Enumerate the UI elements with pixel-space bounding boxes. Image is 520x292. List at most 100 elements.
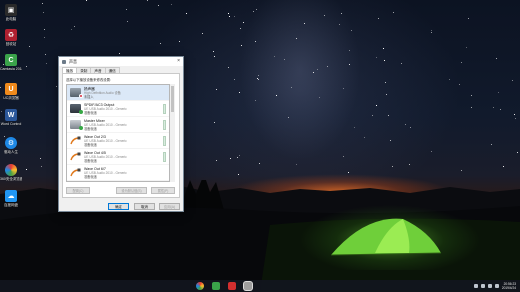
close-button[interactable]: × — [177, 58, 180, 64]
camtasia-icon: C — [5, 54, 17, 66]
device-list[interactable]: 扬声器 High Definition Audio 设备 未插入 SPDIF/A… — [66, 84, 170, 182]
star — [74, 26, 75, 27]
device-item-spdif[interactable]: SPDIF/AC3 Output UE USB Audio 2010 - Gen… — [67, 101, 169, 117]
star — [461, 170, 462, 171]
computer-icon: ▣ — [5, 4, 17, 16]
device-list-scrollbar[interactable] — [170, 84, 175, 182]
scrollbar-thumb[interactable] — [171, 86, 174, 112]
star — [234, 79, 235, 80]
star — [44, 37, 45, 38]
device-item-wave-out-23[interactable]: Wave Out 2/3 UE USB Audio 2010 - Generic… — [67, 133, 169, 149]
star — [339, 24, 340, 25]
properties-button[interactable]: 属性(P) — [151, 187, 175, 194]
star — [405, 124, 406, 125]
desktop-icon-label: UC浏览器 — [3, 96, 19, 100]
star — [230, 158, 231, 159]
star — [468, 18, 469, 19]
star — [388, 115, 389, 116]
star — [383, 48, 384, 49]
star — [228, 67, 229, 68]
chevron-up-icon[interactable] — [473, 284, 478, 288]
chrome-icon[interactable] — [196, 282, 204, 290]
star — [351, 30, 352, 31]
desktop-icon-label: 百度网盘 — [4, 203, 18, 207]
cancel-button[interactable]: 取消 — [134, 203, 155, 210]
star — [259, 163, 260, 164]
star — [228, 13, 229, 14]
star — [214, 56, 215, 57]
network-icon[interactable] — [480, 284, 485, 288]
star — [431, 30, 432, 31]
star — [493, 107, 494, 108]
desktop-icon-label: 360安全浏览器 — [0, 177, 22, 181]
input-method-icon[interactable] — [494, 284, 499, 288]
desktop-icon-label: 此电脑 — [5, 17, 17, 21]
mixer-icon — [70, 120, 83, 130]
star — [276, 95, 277, 96]
speaker-icon — [62, 59, 66, 64]
star — [471, 107, 472, 108]
star — [214, 122, 215, 123]
sound-settings-icon[interactable] — [244, 282, 252, 290]
star — [319, 97, 320, 98]
desktop-icon-camtasia[interactable]: C Camtasia 2018 — [0, 54, 22, 71]
star — [216, 89, 217, 90]
tray-clock[interactable]: 20:56:23 2019/4/24 — [502, 282, 516, 290]
desktop-icon-baidu-netdisk[interactable]: ☁ 百度网盘 — [0, 190, 22, 207]
desktop-icon-computer[interactable]: ▣ 此电脑 — [0, 4, 22, 21]
desktop-icon-label: Camtasia 2018 — [0, 67, 22, 71]
device-item-speakers[interactable]: 扬声器 High Definition Audio 设备 未插入 — [67, 85, 169, 101]
cable-icon — [70, 168, 81, 177]
star — [239, 92, 240, 93]
desktop-icon-word-control[interactable]: W Word Control — [0, 109, 22, 126]
set-default-button[interactable]: 设为默认值(S) — [116, 187, 147, 194]
star — [234, 16, 235, 17]
star — [158, 5, 159, 6]
configure-button[interactable]: 配置(C) — [66, 187, 90, 194]
desktop-icon-driver[interactable]: ⚙ 驱动人生 — [0, 137, 22, 154]
device-status: 准备就绪 — [84, 143, 97, 147]
star — [71, 29, 72, 30]
star — [40, 158, 41, 159]
star — [343, 156, 344, 157]
star — [86, 0, 87, 1]
star — [147, 0, 148, 1]
recycle-bin-icon: ♻ — [5, 29, 17, 41]
device-status: 未插入 — [84, 95, 94, 99]
clock-date: 2019/4/24 — [501, 286, 516, 290]
360-browser-icon — [5, 164, 17, 176]
volume-level-meter — [163, 120, 166, 130]
star — [392, 166, 393, 167]
star — [376, 57, 377, 58]
star — [256, 9, 257, 10]
star — [45, 54, 46, 55]
device-item-wave-out-67[interactable]: Wave Out 6/7 UE USB Audio 2010 - Generic… — [67, 165, 169, 181]
camtasia-icon[interactable] — [212, 282, 220, 290]
star — [496, 58, 497, 59]
star — [237, 157, 238, 158]
star — [29, 46, 30, 47]
dialog-titlebar[interactable]: 声音 × — [59, 57, 183, 66]
desktop-icon-360-browser[interactable]: 360安全浏览器 — [0, 164, 22, 181]
star — [431, 32, 432, 33]
star — [43, 12, 44, 13]
star — [213, 51, 214, 52]
apply-button[interactable]: 应用(A) — [159, 203, 180, 210]
desktop-icon-recycle-bin[interactable]: ♻ 回收站 — [0, 29, 22, 46]
star — [449, 79, 450, 80]
recorder-icon[interactable] — [228, 282, 236, 290]
volume-icon[interactable] — [487, 284, 492, 288]
device-item-wave-out-45[interactable]: Wave Out 4/5 UE USB Audio 2010 - Generic… — [67, 149, 169, 165]
star — [349, 64, 350, 65]
desktop-icon-uc-browser[interactable]: U UC浏览器 — [0, 83, 22, 100]
dialog-title: 声音 — [69, 58, 77, 64]
device-item-master-mixer[interactable]: Master Mixer UE USB Audio 2010 - Generic… — [67, 117, 169, 133]
star — [376, 105, 377, 106]
star — [503, 166, 504, 167]
taskbar: 20:56:23 2019/4/24 — [0, 280, 520, 292]
speaker-icon — [70, 88, 83, 98]
device-status: 准备就绪 — [84, 175, 97, 179]
star — [119, 53, 120, 54]
star — [385, 82, 386, 83]
ok-button[interactable]: 确定 — [108, 203, 129, 210]
